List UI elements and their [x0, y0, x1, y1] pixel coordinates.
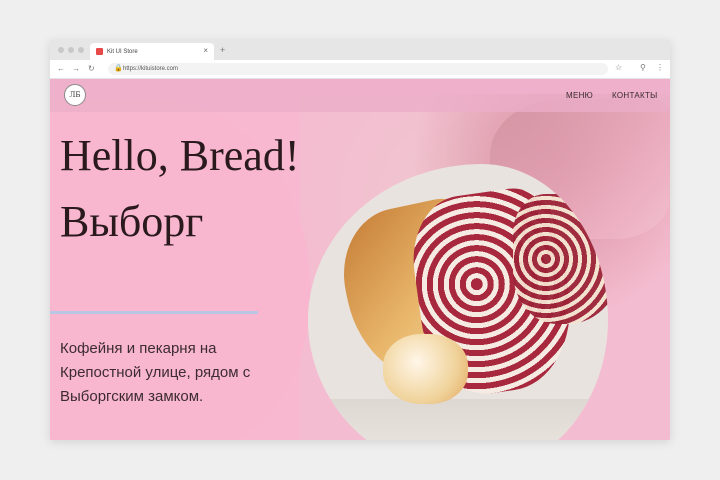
- browser-menu-icon[interactable]: ⋮: [656, 63, 664, 73]
- url-field[interactable]: 🔒 https://kituistore.com: [108, 63, 608, 75]
- hero-divider: [50, 311, 258, 314]
- nav-menu-link[interactable]: МЕНЮ: [566, 91, 593, 101]
- bookmark-star-icon[interactable]: ☆: [615, 63, 622, 73]
- browser-window: Kit UI Store × + ← → ↻ 🔒 https://kituist…: [50, 40, 670, 440]
- lock-icon: 🔒: [114, 65, 123, 72]
- tab-close-icon[interactable]: ×: [203, 47, 208, 55]
- site-logo[interactable]: ЛБ: [64, 84, 86, 106]
- new-tab-icon[interactable]: +: [220, 45, 225, 55]
- address-bar: ← → ↻ 🔒 https://kituistore.com ☆ ⚲ ⋮: [50, 60, 670, 79]
- favicon-icon: [96, 48, 103, 55]
- forward-icon[interactable]: →: [72, 64, 80, 74]
- site-header: ЛБ МЕНЮ КОНТАКТЫ: [50, 79, 670, 112]
- page-viewport: ЛБ МЕНЮ КОНТАКТЫ Hello, Bread! Выборг Ко…: [50, 79, 670, 440]
- window-maximize-dot[interactable]: [78, 47, 84, 53]
- nav-contacts-link[interactable]: КОНТАКТЫ: [612, 91, 658, 101]
- url-text[interactable]: https://kituistore.com: [123, 65, 178, 73]
- extensions-icon[interactable]: ⚲: [640, 63, 646, 73]
- reload-icon[interactable]: ↻: [88, 64, 95, 74]
- hero-title: Hello, Bread!: [60, 131, 300, 180]
- window-minimize-dot[interactable]: [68, 47, 74, 53]
- back-icon[interactable]: ←: [57, 64, 65, 74]
- browser-tab[interactable]: Kit UI Store ×: [90, 43, 214, 60]
- hero-description: Кофейня и пекарня на Крепостной улице, р…: [60, 340, 251, 405]
- tab-title: Kit UI Store: [107, 49, 138, 55]
- hero-subtitle: Выборг: [60, 197, 204, 246]
- title-bar: Kit UI Store × +: [50, 40, 670, 60]
- window-close-dot[interactable]: [58, 47, 64, 53]
